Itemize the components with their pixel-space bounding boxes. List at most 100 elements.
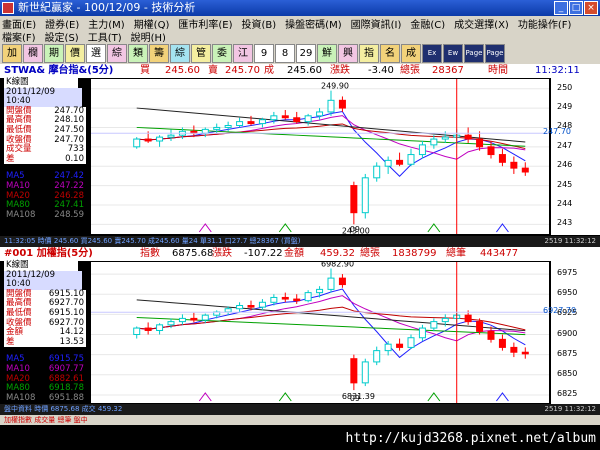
signal-marker (496, 392, 509, 402)
minimize-button[interactable]: _ (554, 1, 568, 15)
info-row: 差 0.10 (4, 153, 86, 165)
ma-value: 6951.88 (48, 392, 84, 403)
index-chart-panel: #001 加權指(5分) 指數 6875.68 漲跌 -107.22 金額 45… (0, 247, 600, 415)
toolbar-button-6[interactable]: 類 (128, 43, 148, 63)
index-label: 指數 (140, 248, 160, 259)
candle-body (304, 115, 312, 123)
info-row-value: 0.10 (65, 153, 84, 164)
toolbar-button-7[interactable]: 籌 (149, 43, 169, 63)
candle-body (156, 136, 164, 142)
panel2-chart-area[interactable]: 6982.90 6831.39 09 (90, 261, 550, 404)
toolbar-button-11[interactable]: 江 (233, 43, 253, 63)
panel2-status-right: 2519 11:32:12 (544, 405, 596, 413)
y-tick-label: 245 (557, 179, 573, 189)
candle-body (178, 317, 186, 323)
candle-body (510, 161, 518, 169)
bottom-status-text: 加權指數 成交量 總筆 盤中 (4, 416, 88, 424)
change2-value: -107.22 (244, 248, 283, 259)
toolbar-button-20[interactable]: Ex (422, 43, 442, 63)
panel1-status-line: 11:32:05 時價 245.60 買245.60 賣245.70 成245.… (0, 236, 600, 247)
info-date: 2011/12/09 10:40 (4, 270, 82, 290)
toolbar-button-23[interactable]: Page (485, 43, 505, 63)
panel1-chart-area[interactable]: 249.90 243.00 09 (90, 78, 550, 235)
index-value: 6875.68 (172, 248, 214, 259)
ma-label: MA108 (6, 209, 36, 220)
toolbar-button-15[interactable]: 鮮 (317, 43, 337, 63)
toolbar-button-0[interactable]: 加 (2, 43, 22, 63)
signal-marker (427, 392, 441, 402)
candle-body (247, 121, 255, 125)
futures-chart-panel: STWA& 摩台指&(5分) 買 245.60 賣 245.70 成 245.6… (0, 64, 600, 247)
toolbar-button-19[interactable]: 成 (401, 43, 421, 63)
deal-value: 245.60 (287, 65, 322, 76)
panel2-y-axis: 6975 6950 6925 6900 6875 6850 6825 6927.70 (543, 261, 600, 404)
vol2-label: 總張 (360, 248, 380, 259)
toolbar-button-10[interactable]: 委 (212, 43, 232, 63)
watermark-url: http://kujd3268.pixnet.net/album (345, 431, 596, 446)
info-row-label: 差 (6, 336, 15, 347)
toolbar-button-12[interactable]: 9 (254, 43, 274, 63)
candle-body (441, 317, 449, 323)
candle-body (350, 185, 358, 214)
candle-body (430, 321, 438, 329)
candle-body (430, 138, 438, 146)
toolbar-button-3[interactable]: 價 (65, 43, 85, 63)
candle-body (224, 125, 232, 128)
candle-body (338, 99, 346, 109)
panel1-status-text: 11:32:05 時價 245.60 買245.60 賣245.70 成245.… (4, 237, 301, 245)
info-date: 2011/12/09 10:40 (4, 87, 82, 107)
toolbar-button-14[interactable]: 29 (296, 43, 316, 63)
close-button[interactable]: × (584, 1, 598, 15)
candle-body (464, 314, 472, 323)
toolbar-button-9[interactable]: 管 (191, 43, 211, 63)
time-value: 11:32:11 (535, 65, 580, 76)
panel1-header: STWA& 摩台指&(5分) 買 245.60 賣 245.70 成 245.6… (0, 64, 600, 78)
candle-body (407, 337, 415, 348)
candle-body (316, 288, 324, 294)
toolbar-button-16[interactable]: 興 (338, 43, 358, 63)
current-price-label: 6927.70 (543, 306, 577, 316)
candle-body (396, 343, 404, 348)
candle-body (441, 136, 449, 140)
deal-label: 成 (264, 65, 274, 76)
candle-body (133, 138, 141, 148)
candle-body (338, 277, 346, 286)
ma-line-5 (136, 288, 526, 359)
toolbar-button-18[interactable]: 名 (380, 43, 400, 63)
signal-marker (278, 223, 292, 233)
toolbar-button-22[interactable]: Page (464, 43, 484, 63)
sell-label: 賣 (208, 65, 218, 76)
toolbar-button-2[interactable]: 期 (44, 43, 64, 63)
toolbar-button-8[interactable]: 綜 (170, 43, 190, 63)
count-label: 總筆 (446, 248, 466, 259)
toolbar-button-4[interactable]: 選 (86, 43, 106, 63)
toolbar-button-1[interactable]: 欄 (23, 43, 43, 63)
ma-row: MA108 6951.88 (4, 392, 86, 404)
amount-label: 金額 (284, 248, 304, 259)
candle-body (144, 138, 152, 142)
vol2-value: 1838799 (392, 248, 437, 259)
candle-body (133, 327, 141, 336)
y-tick-label: 6825 (557, 388, 578, 398)
time-label: 時間 (488, 65, 508, 76)
toolbar-button-13[interactable]: 8 (275, 43, 295, 63)
ma-row: MA108 248.59 (4, 209, 86, 221)
candle-body (281, 115, 289, 119)
candle-body (258, 119, 266, 125)
panel1-code[interactable]: STWA& 摩台指&(5分) (4, 64, 113, 78)
y-tick-label: 6850 (557, 368, 578, 378)
y-tick-label: 243 (557, 218, 573, 228)
maximize-button[interactable]: □ (569, 1, 583, 15)
candle-body (304, 292, 312, 302)
candle-body (224, 308, 232, 313)
signal-marker (278, 392, 292, 402)
toolbar-button-21[interactable]: Ew (443, 43, 463, 63)
buy-value: 245.60 (165, 65, 200, 76)
info-row: 差 13.53 (4, 336, 86, 348)
panel2-code[interactable]: #001 加權指(5分) (4, 247, 93, 261)
candle-body (201, 314, 209, 321)
toolbar-button-17[interactable]: 指 (359, 43, 379, 63)
y-tick-label: 6875 (557, 348, 578, 358)
toolbar-button-5[interactable]: 綜 (107, 43, 127, 63)
candle-body (236, 121, 244, 126)
